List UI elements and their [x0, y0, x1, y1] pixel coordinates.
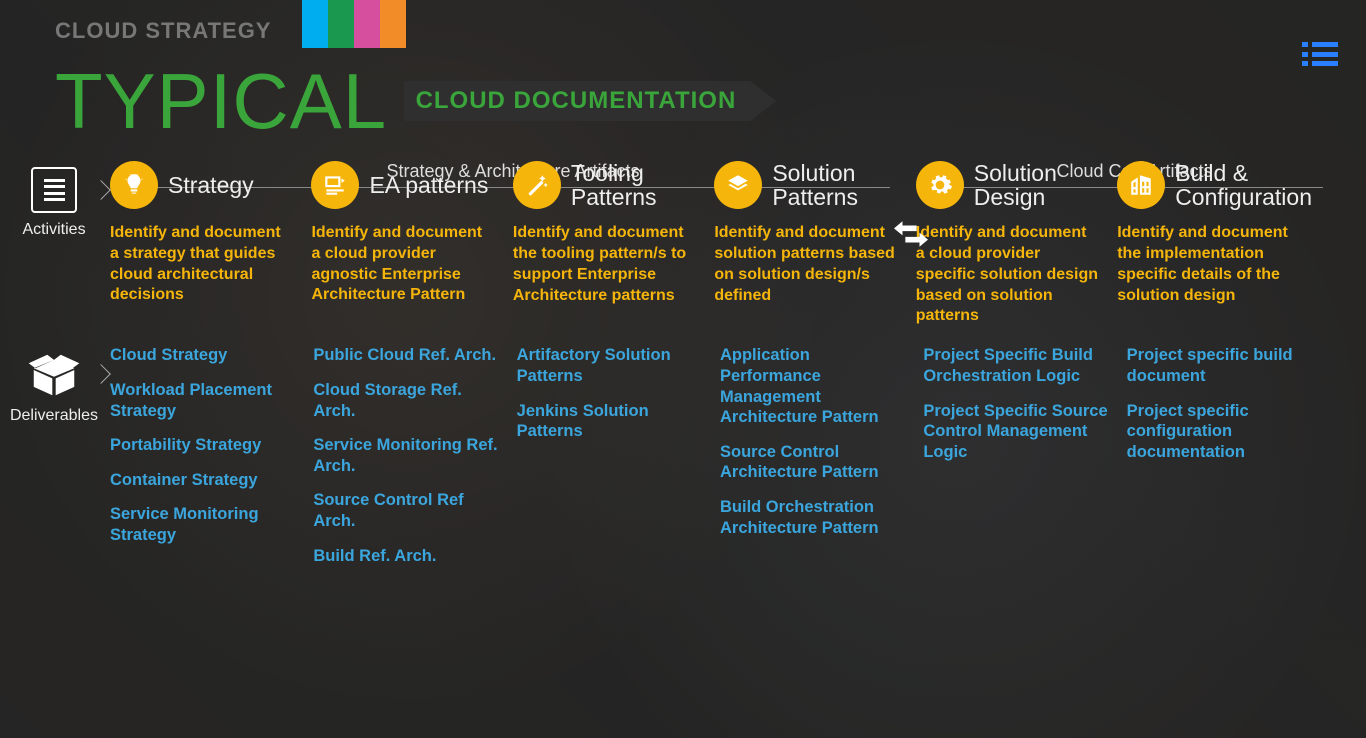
activities-label: Activities [22, 221, 85, 239]
list-item: Project specific build document [1127, 345, 1312, 386]
desc-ea: Identify and document a cloud provider a… [311, 223, 494, 306]
col-ea-patterns: EA patterns Identify and document a clou… [311, 161, 498, 327]
lightbulb-head-icon [110, 161, 158, 209]
deliv-strategy: Cloud Strategy Workload Placement Strate… [110, 345, 299, 580]
list-item: Project Specific Build Orchestration Log… [923, 345, 1108, 386]
breadcrumb: CLOUD STRATEGY [55, 18, 271, 44]
deliv-soldesign: Project Specific Build Orchestration Log… [923, 345, 1112, 580]
list-item: Project specific configuration documenta… [1127, 401, 1312, 463]
col-strategy: Strategy Identify and document a strateg… [110, 161, 297, 327]
wand-icon [513, 161, 561, 209]
page-title: TYPICAL CLOUD DOCUMENTATION [55, 48, 1366, 123]
list-item: Source Control Ref Arch. [313, 490, 498, 531]
title-main: TYPICAL [55, 66, 387, 136]
col-title-build: Build & Configuration [1175, 161, 1312, 209]
list-item: Project Specific Source Control Manageme… [923, 401, 1108, 463]
blueprint-icon [311, 161, 359, 209]
list-item: Jenkins Solution Patterns [517, 401, 702, 442]
desc-soldesign: Identify and document a cloud provider s… [916, 223, 1099, 327]
list-item: Source Control Architecture Pattern [720, 442, 905, 483]
list-item: Portability Strategy [110, 435, 295, 456]
swap-arrows-icon [894, 219, 928, 249]
open-box-icon [27, 351, 81, 399]
color-strip [302, 0, 406, 48]
desc-tooling: Identify and document the tooling patter… [513, 223, 696, 306]
col-title-strategy: Strategy [168, 173, 254, 197]
list-item: Cloud Strategy [110, 345, 295, 366]
col-solution-patterns: Solution Patterns Identify and document … [714, 161, 901, 327]
deliv-build: Project specific build document Project … [1127, 345, 1316, 580]
col-build-config: Build & Configuration Identify and docum… [1117, 161, 1316, 327]
list-item: Build Ref. Arch. [313, 546, 498, 567]
deliverables-label: Deliverables [10, 407, 98, 425]
desc-solpatterns: Identify and document solution patterns … [714, 223, 897, 306]
col-title-solpatterns: Solution Patterns [772, 161, 897, 209]
deliv-ea: Public Cloud Ref. Arch. Cloud Storage Re… [313, 345, 502, 580]
col-tooling: Tooling Patterns Identify and document t… [513, 161, 700, 327]
row-label-deliverables: Deliverables [0, 345, 100, 425]
list-item: Container Strategy [110, 470, 295, 491]
list-item: Cloud Storage Ref. Arch. [313, 380, 498, 421]
deliv-tooling: Artifactory Solution Patterns Jenkins So… [517, 345, 706, 580]
col-title-tooling: Tooling Patterns [571, 161, 696, 209]
building-icon [1117, 161, 1165, 209]
title-subtitle: CLOUD DOCUMENTATION [404, 81, 777, 121]
list-item: Artifactory Solution Patterns [517, 345, 702, 386]
list-item: Build Orchestration Architecture Pattern [720, 497, 905, 538]
layers-icon [714, 161, 762, 209]
col-solution-design: Solution Design Identify and document a … [916, 161, 1103, 327]
list-item: Public Cloud Ref. Arch. [313, 345, 498, 366]
gear-head-icon [916, 161, 964, 209]
list-item: Workload Placement Strategy [110, 380, 295, 421]
deliv-solpatterns: Application Performance Management Archi… [720, 345, 909, 580]
desc-strategy: Identify and document a strategy that gu… [110, 223, 293, 306]
list-icon [31, 167, 77, 213]
col-title-soldesign: Solution Design [974, 161, 1099, 209]
list-item: Application Performance Management Archi… [720, 345, 905, 428]
desc-build: Identify and document the implementation… [1117, 223, 1312, 306]
row-label-activities: Activities [0, 161, 100, 239]
list-item: Service Monitoring Ref. Arch. [313, 435, 498, 476]
list-item: Service Monitoring Strategy [110, 504, 295, 545]
top-bar: CLOUD STRATEGY [0, 0, 1366, 48]
col-title-ea: EA patterns [369, 173, 488, 197]
